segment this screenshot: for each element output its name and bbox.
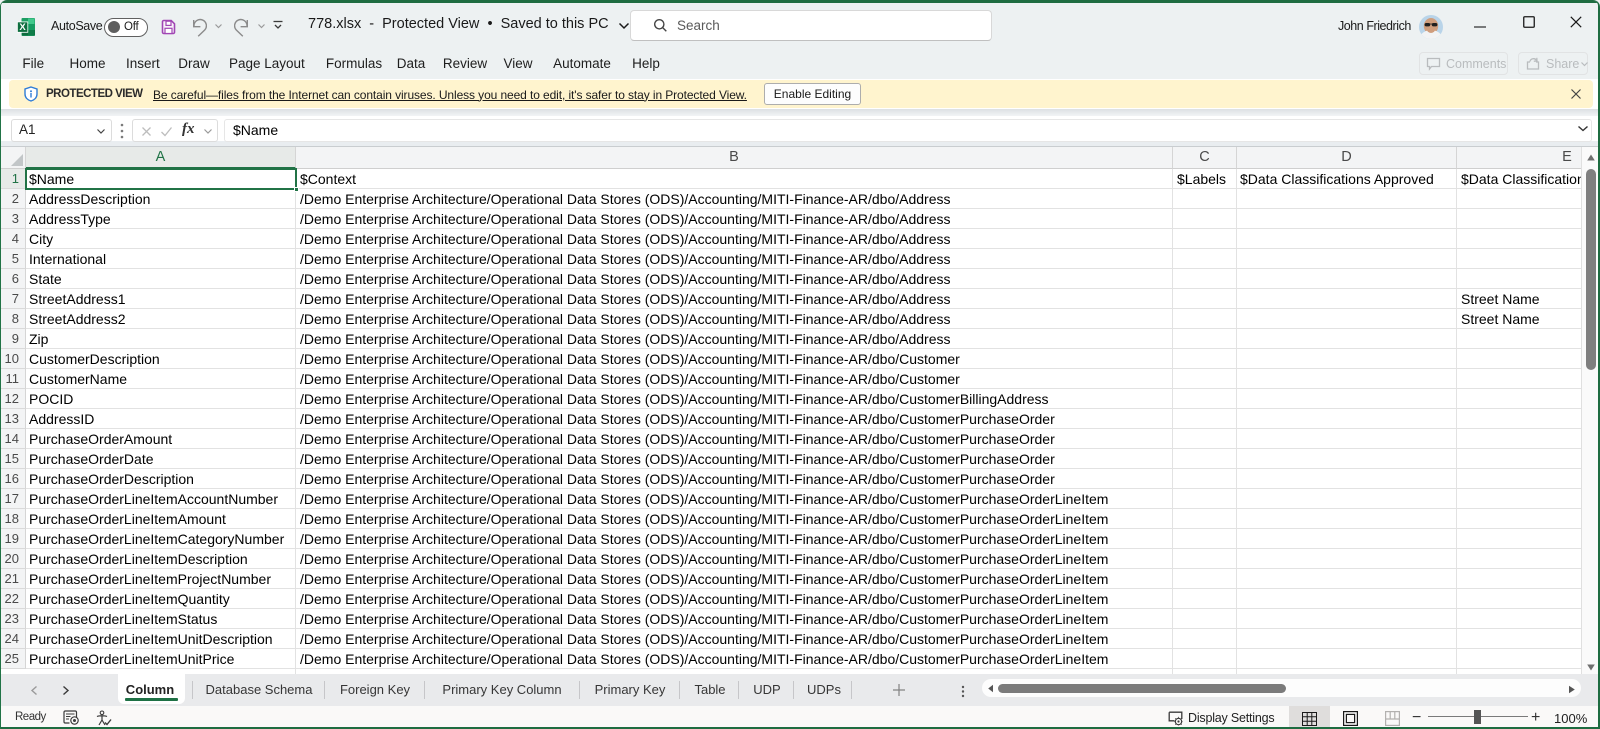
svg-text:X: X bbox=[19, 22, 26, 33]
